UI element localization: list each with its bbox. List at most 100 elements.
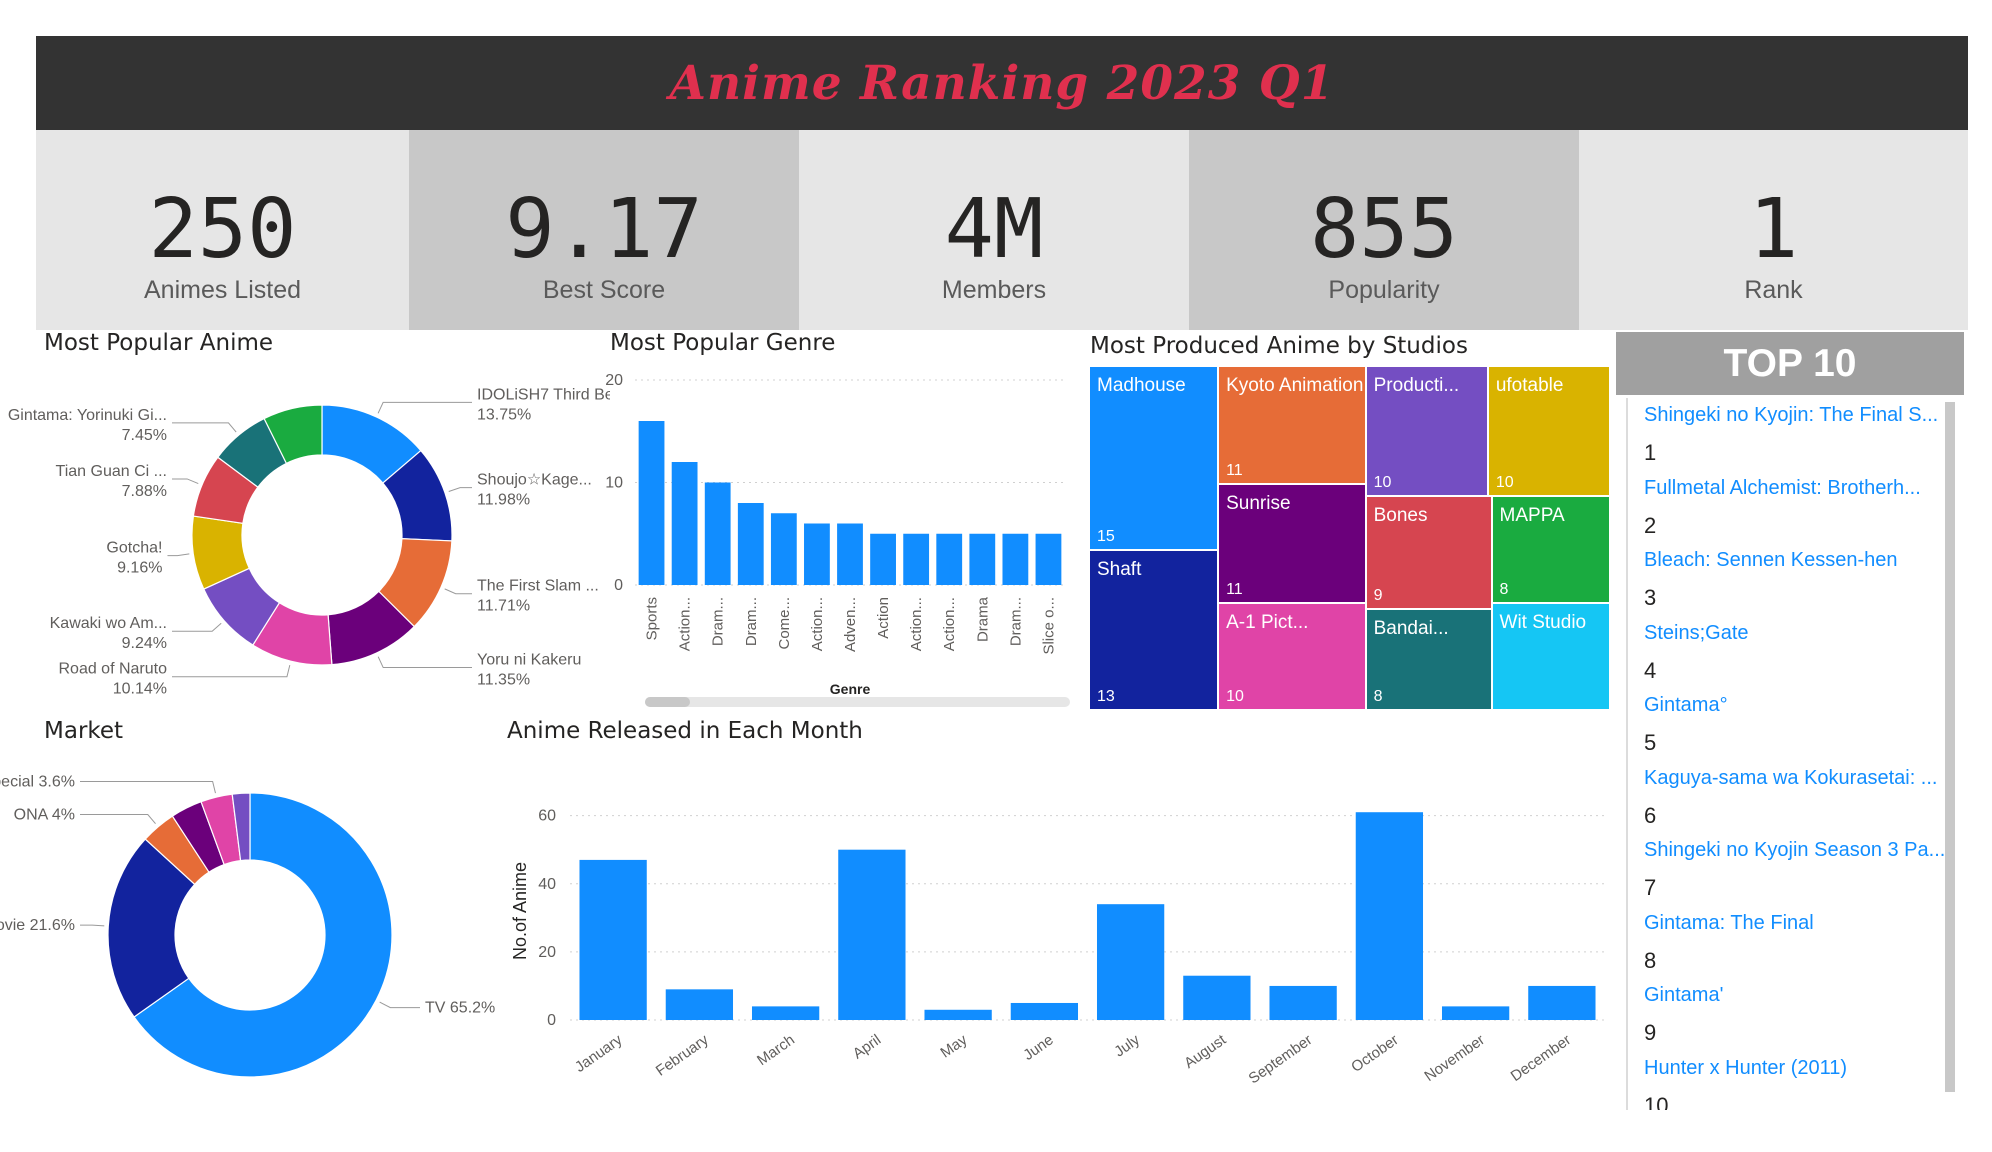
studios-treemap: Madhouse 15 Shaft 13 Kyoto Animation 11 Sunris…	[1089, 366, 1610, 710]
leader-line	[167, 553, 190, 557]
treemap-cell: ufotable 10	[1487, 366, 1610, 496]
kpi-card-best-score: 9.17 Best Score	[409, 130, 799, 330]
top10-title-link[interactable]: Fullmetal Alchemist: Brotherh...	[1644, 477, 1950, 500]
month-bar	[1183, 975, 1251, 1020]
genre-bar	[903, 533, 930, 585]
treemap-value: 8	[1373, 687, 1383, 705]
slice-label: Movie 21.6%	[0, 917, 75, 934]
slice-label: Special 3.6%	[0, 773, 75, 790]
treemap-label: Bandai...	[1373, 618, 1449, 640]
top10-title-link[interactable]: Kaguya-sama wa Kokurasetai: ...	[1644, 767, 1950, 790]
treemap-value: 10	[1226, 688, 1244, 705]
month-bar	[751, 1006, 820, 1020]
top10-rank: 1	[1644, 440, 1657, 465]
treemap-label: Kyoto Animation	[1226, 375, 1364, 396]
top10-rank: 7	[1644, 875, 1657, 900]
x-tick-label: August	[1181, 1031, 1230, 1072]
top10-rank: 3	[1644, 585, 1657, 610]
top10-title-link[interactable]: Gintama°	[1644, 694, 1950, 717]
x-tick-label: Action...	[677, 597, 694, 651]
market-donut: TV 65.2% Movie 21.6% ONA 4% Special 3.6%	[0, 773, 495, 1078]
leader-line	[448, 487, 472, 492]
top10-title-link[interactable]: Steins;Gate	[1644, 622, 1950, 645]
month-bar	[665, 989, 734, 1020]
treemap-cell: Shaft 13	[1089, 550, 1219, 710]
month-bar	[1010, 1002, 1079, 1020]
x-tick-label: Action...	[908, 597, 925, 651]
x-tick-label: June	[1020, 1031, 1056, 1064]
kpi-value: 9.17	[505, 182, 703, 277]
x-tick-label: April	[850, 1031, 884, 1062]
top10-item: Gintama' 9	[1626, 978, 1950, 1051]
leader-line	[172, 622, 222, 632]
x-tick-label: July	[1111, 1031, 1143, 1061]
kpi-value: 4M	[944, 182, 1044, 277]
leader-line	[80, 814, 156, 825]
top10-title-link[interactable]: Gintama'	[1644, 984, 1950, 1007]
treemap-label: Madhouse	[1097, 375, 1186, 396]
x-tick-label: Dram...	[743, 597, 760, 646]
kpi-card-rank: 1 Rank	[1579, 130, 1968, 330]
x-axis-title: Genre	[830, 681, 871, 697]
slice-percent: 21.6%	[30, 917, 75, 934]
genre-bar	[870, 533, 896, 585]
y-axis-title: No.of Anime	[510, 862, 530, 960]
top10-rank: 5	[1644, 730, 1657, 755]
kpi-value: 855	[1309, 182, 1459, 277]
studios-title: Most Produced Anime by Studios	[1090, 333, 1468, 359]
treemap-value: 13	[1097, 687, 1115, 705]
treemap-cell: Kyoto Animation 11	[1218, 366, 1366, 485]
genre-bar	[936, 533, 963, 585]
treemap-label: MAPPA	[1499, 504, 1565, 526]
x-tick-label: Dram...	[710, 597, 727, 646]
top10-header: TOP 10	[1616, 332, 1964, 395]
genre-bar	[737, 503, 764, 585]
slice-label: Tian Guan Ci ...	[56, 463, 167, 480]
top10-title-link[interactable]: Shingeki no Kyojin: The Final S...	[1644, 404, 1950, 427]
slice-label-name: TV	[425, 1000, 450, 1017]
x-tick-label: Action...	[809, 597, 826, 651]
slice-label: Gintama: Yorinuki Gi...	[8, 407, 167, 424]
top10-title-link[interactable]: Gintama: The Final	[1644, 912, 1950, 935]
genre-bar	[837, 523, 863, 585]
treemap-cell: Wit Studio	[1491, 602, 1610, 710]
month-bar	[1441, 1006, 1510, 1020]
y-tick-label: 20	[605, 372, 623, 389]
slice-percent: 3.6%	[39, 773, 75, 790]
y-tick-label: 0	[614, 577, 623, 594]
month-bar	[838, 849, 906, 1020]
top10-title-link[interactable]: Bleach: Sennen Kessen-hen	[1644, 549, 1950, 572]
slice-percent: 9.16%	[117, 560, 162, 577]
top10-rank: 2	[1644, 512, 1657, 538]
x-tick-label: November	[1421, 1031, 1487, 1085]
treemap-label: Shaft	[1097, 559, 1142, 581]
x-tick-label: May	[937, 1031, 970, 1061]
top10-item: Gintama: The Final 8	[1626, 905, 1950, 978]
leader-line	[379, 1001, 420, 1009]
most-popular-genre-chart: 0 10 20 Sports Action... Dram... Dram... Come..…	[605, 372, 1070, 707]
slice-label: ONA 4%	[14, 807, 75, 824]
genre-bar	[638, 421, 665, 585]
kpi-label: Members	[941, 276, 1047, 304]
kpi-card-popularity: 855 Popularity	[1189, 130, 1579, 330]
chart-scrollbar-thumb	[645, 697, 690, 707]
treemap-cell: A-1 Pict... 10	[1218, 602, 1366, 710]
monthly-title: Anime Released in Each Month	[507, 718, 863, 744]
top10-rank: 6	[1644, 802, 1657, 828]
slice-label-name: Special	[0, 773, 39, 790]
slice-percent: 4%	[52, 807, 75, 824]
top10-item: Shingeki no Kyojin Season 3 Pa... 7	[1626, 833, 1950, 906]
top10-scrollbar[interactable]	[1945, 402, 1955, 1092]
top10-title-link[interactable]: Shingeki no Kyojin Season 3 Pa...	[1644, 839, 1950, 862]
treemap-cell: MAPPA 8	[1491, 495, 1610, 603]
y-tick-label: 20	[538, 944, 556, 961]
top10-title-link[interactable]: Hunter x Hunter (2011)	[1644, 1057, 1950, 1080]
leader-line	[80, 924, 105, 927]
top10-rank: 4	[1644, 657, 1657, 683]
slice-percent: 9.24%	[122, 635, 167, 652]
x-tick-label: Slice o...	[1040, 597, 1057, 655]
kpi-label: Rank	[1744, 276, 1803, 304]
x-tick-label: Adven...	[842, 597, 859, 652]
leader-line	[172, 664, 291, 678]
kpi-label: Animes Listed	[143, 276, 302, 304]
